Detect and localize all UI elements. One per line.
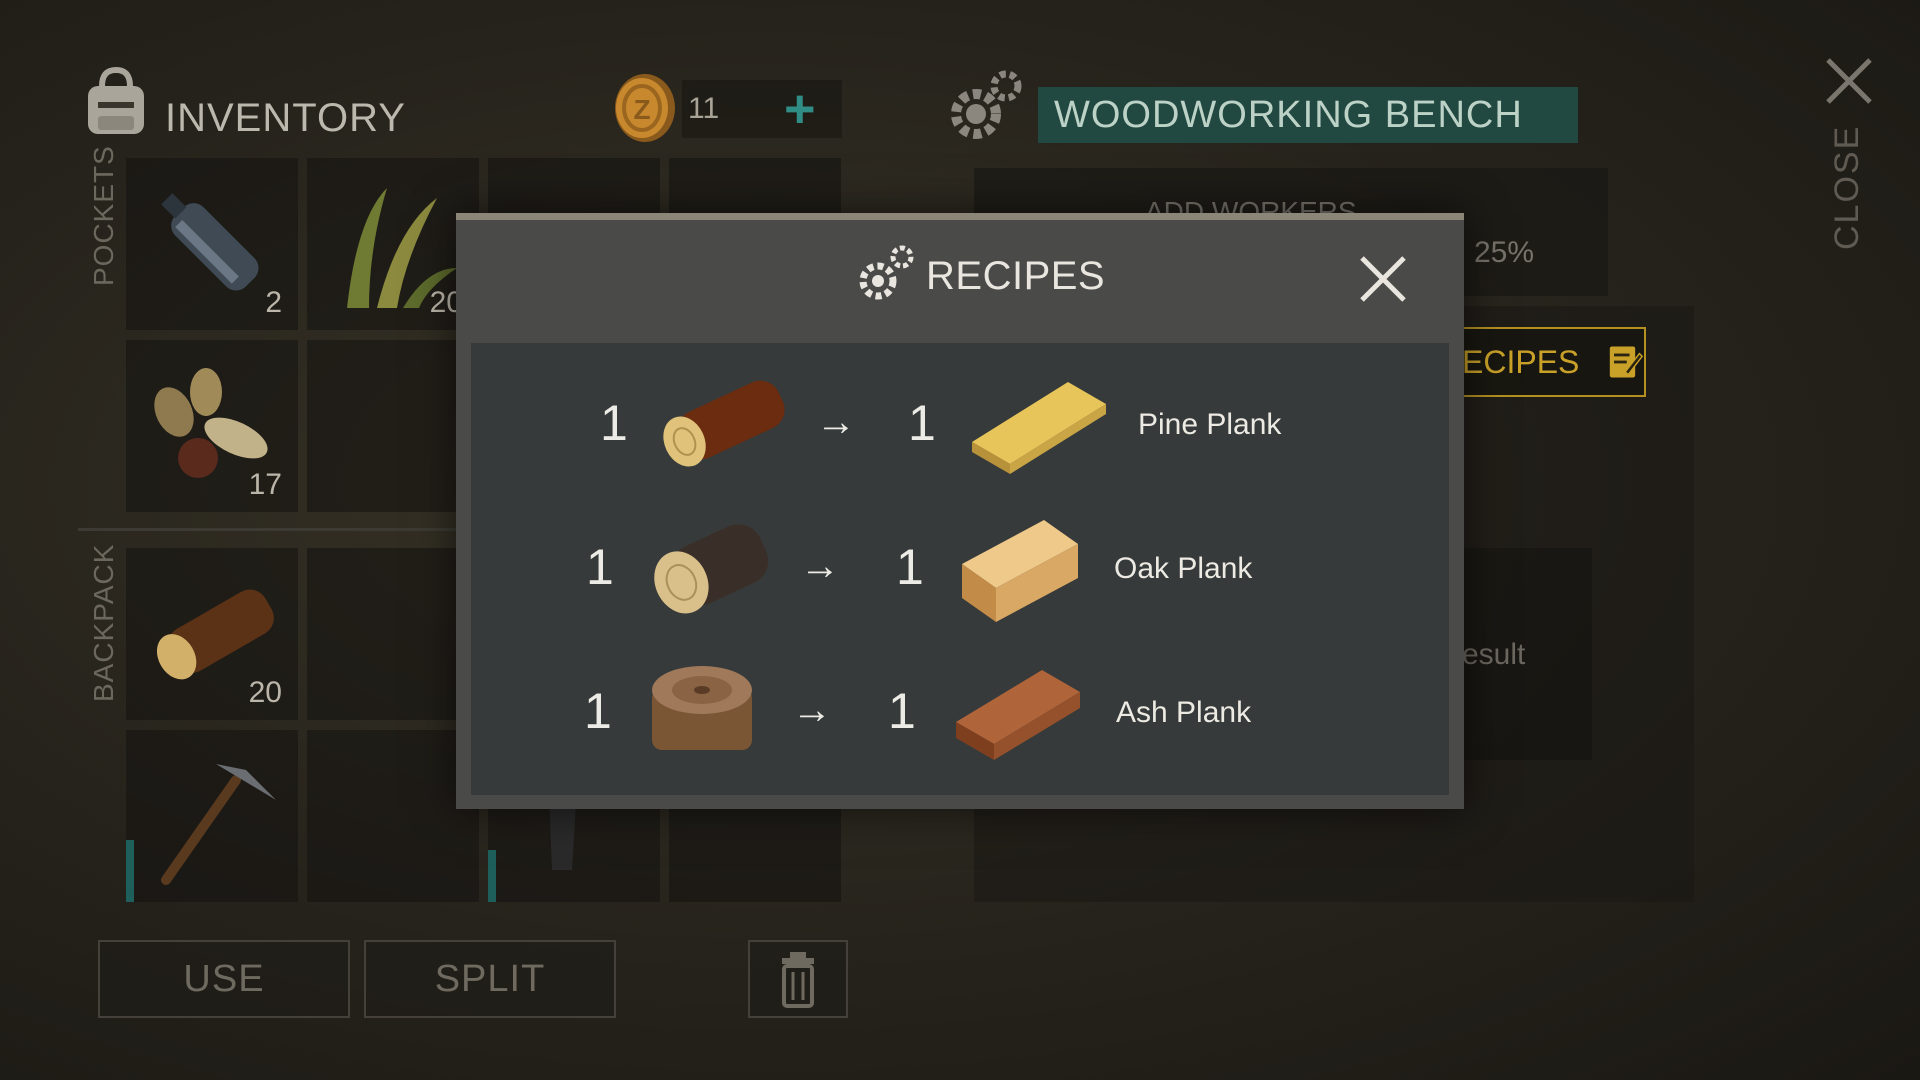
backpack-label: BACKPACK <box>88 543 119 702</box>
inventory-slot[interactable] <box>126 730 298 902</box>
slot-count: 17 <box>248 468 282 501</box>
coin-icon: Z <box>615 74 675 142</box>
output-quantity-value: 1 <box>896 539 924 595</box>
svg-text:Z: Z <box>633 94 650 125</box>
pockets-label: POCKETS <box>88 145 119 286</box>
output-quantity: 1 <box>896 538 924 596</box>
inventory-slot[interactable]: 20 <box>126 548 298 720</box>
inventory-title: INVENTORY <box>165 96 406 140</box>
recipe-arrow: → <box>816 400 856 444</box>
recipes-button[interactable]: ECIPES <box>1440 327 1646 397</box>
ash-plank-icon <box>956 670 1080 760</box>
pickaxe-icon <box>126 764 276 902</box>
recipe-arrow: → <box>800 544 840 588</box>
use-button[interactable]: USE <box>98 940 350 1018</box>
pine-log-icon <box>663 380 785 467</box>
output-name: Ash Plank <box>1116 696 1252 729</box>
oak-log-icon <box>654 524 769 614</box>
recipe-book-icon <box>1610 346 1644 378</box>
output-quantity: 1 <box>908 394 936 452</box>
split-button[interactable]: SPLIT <box>364 940 616 1018</box>
ash-log-icon <box>652 666 752 750</box>
recipe-row[interactable]: 1 <box>600 394 628 452</box>
output-quantity-value: 1 <box>888 683 916 739</box>
trash-icon <box>782 952 814 1008</box>
recipe-arrow: → <box>792 688 832 732</box>
trash-button[interactable] <box>748 940 848 1018</box>
bench-title: WOODWORKING BENCH <box>1038 87 1578 143</box>
inventory-slot[interactable] <box>307 730 479 902</box>
input-quantity: 1 <box>586 539 614 595</box>
inventory-slot[interactable] <box>307 548 479 720</box>
recipes-button-label: ECIPES <box>1462 343 1580 380</box>
backpack-icon <box>88 66 144 134</box>
close-icon[interactable] <box>1824 56 1874 106</box>
modal-close-icon[interactable] <box>1358 254 1408 304</box>
recipe-row[interactable]: 1 <box>586 538 614 596</box>
inventory-slot[interactable]: 20 <box>307 158 479 330</box>
output-name: Pine Plank <box>1138 408 1282 441</box>
add-coins-button[interactable]: + <box>784 82 816 136</box>
section-divider <box>78 528 468 531</box>
output-quantity: 1 <box>888 682 916 740</box>
pine-plank-icon <box>972 382 1106 474</box>
input-quantity: 1 <box>584 683 612 739</box>
recipe-row[interactable]: 1 <box>584 682 612 740</box>
close-label[interactable]: CLOSE <box>1828 125 1867 250</box>
output-quantity-value: 1 <box>908 395 936 451</box>
inventory-slot[interactable]: 2 <box>126 158 298 330</box>
gears-icon <box>951 70 1022 139</box>
oak-plank-icon <box>962 520 1078 622</box>
result-label: esult <box>1462 638 1526 671</box>
gears-icon <box>859 245 914 300</box>
modal-title: RECIPES <box>926 254 1106 298</box>
coin-count: 11 <box>688 92 720 125</box>
slot-count: 2 <box>265 286 282 319</box>
bonus-label: 25% <box>1474 236 1535 269</box>
slot-count: 20 <box>248 676 282 709</box>
inventory-slot[interactable] <box>307 340 479 512</box>
output-name: Oak Plank <box>1114 552 1253 585</box>
input-quantity: 1 <box>600 395 628 451</box>
inventory-slot[interactable]: 17 <box>126 340 298 512</box>
